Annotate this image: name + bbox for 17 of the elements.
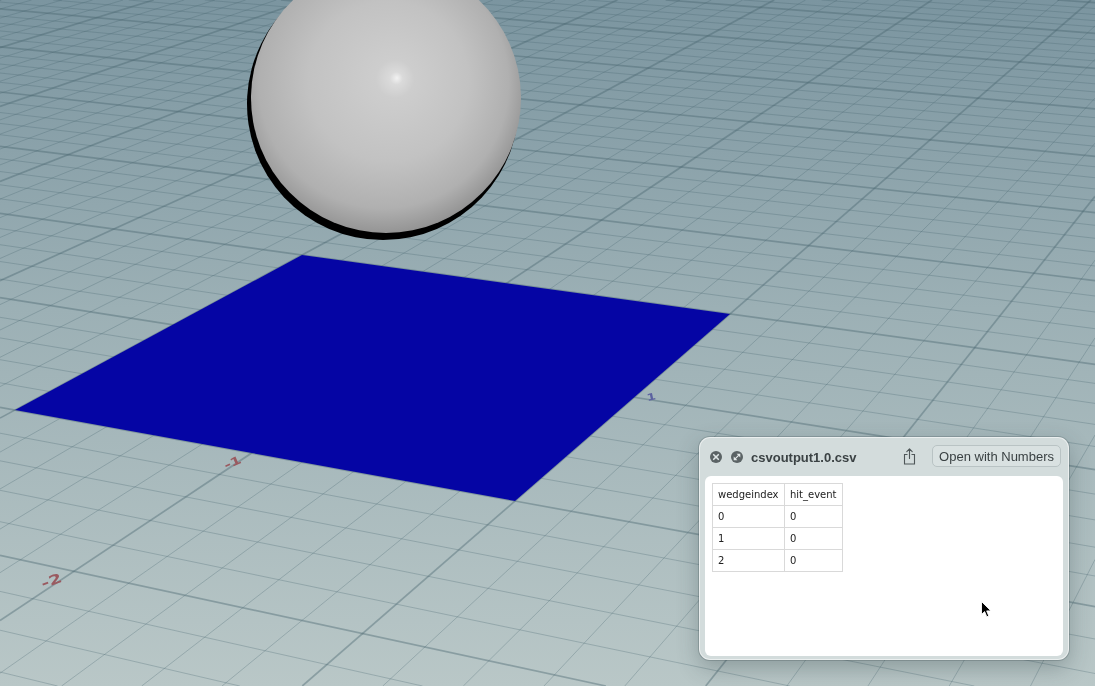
mouse-pointer-icon — [981, 601, 992, 618]
table-cell: 0 — [784, 527, 843, 550]
axis-label: -2 — [38, 569, 64, 592]
share-icon[interactable] — [903, 447, 917, 465]
table-cell: 0 — [712, 505, 785, 528]
axis-label: -1 — [221, 452, 244, 472]
close-icon[interactable] — [710, 451, 722, 463]
table-cell: 2 — [712, 549, 785, 572]
column-header: hit_event — [784, 483, 843, 506]
open-with-app-button[interactable]: Open with Numbers — [932, 445, 1061, 467]
window-title: csvoutput1.0.csv — [751, 449, 857, 465]
table-cell: 1 — [712, 527, 785, 550]
axis-label: 1 — [645, 390, 657, 404]
diagonal-arrows-icon[interactable] — [731, 451, 743, 463]
table-cell: 0 — [784, 505, 843, 528]
table-cell: 0 — [784, 549, 843, 572]
column-header: wedgeindex — [712, 483, 785, 506]
